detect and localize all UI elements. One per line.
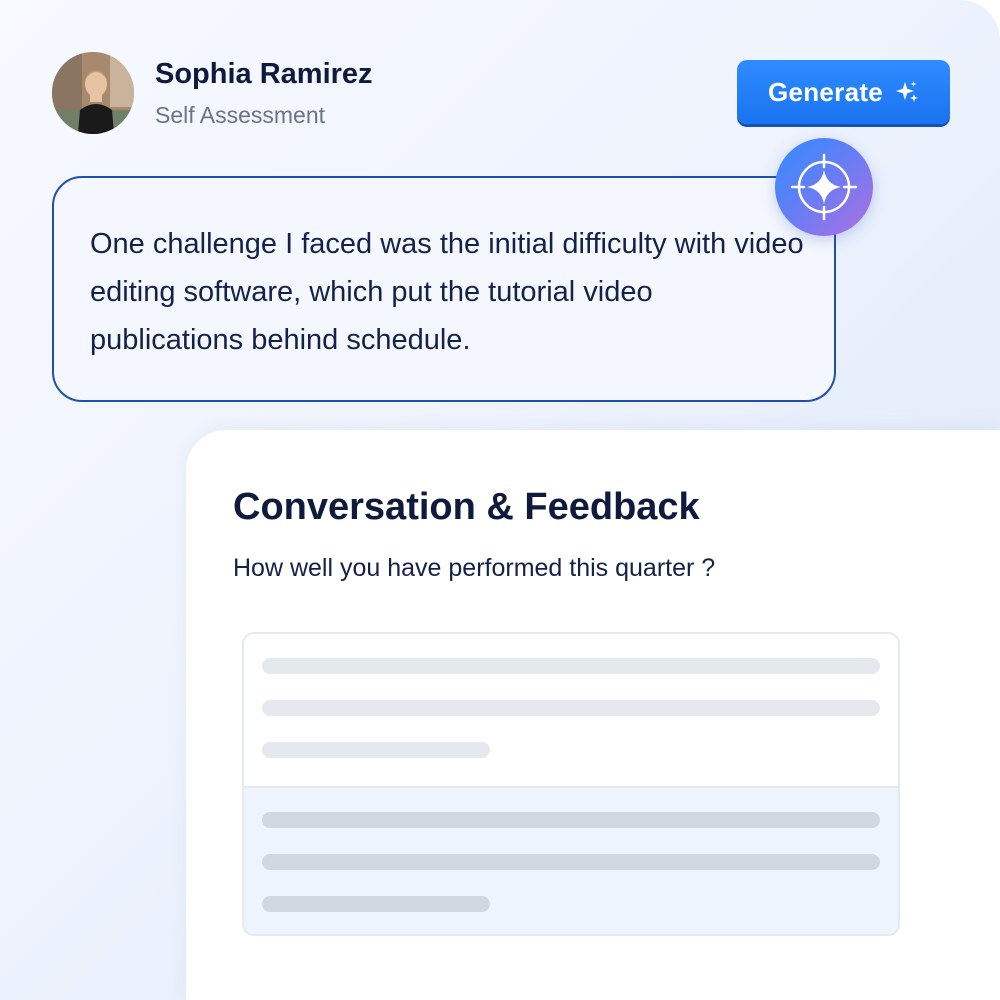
page-canvas: Sophia Ramirez Self Assessment Generate …: [0, 0, 1000, 1000]
feedback-card: Conversation & Feedback How well you hav…: [186, 430, 1000, 1000]
user-name: Sophia Ramirez: [155, 58, 373, 90]
skeleton-line: [262, 700, 880, 716]
skeleton-line: [262, 812, 880, 828]
answer-placeholder-top: [244, 634, 898, 788]
ai-sparkle-icon: [775, 138, 873, 236]
answer-box[interactable]: [242, 632, 900, 936]
skeleton-line: [262, 658, 880, 674]
feedback-question: How well you have performed this quarter…: [233, 554, 716, 582]
skeleton-line: [262, 742, 490, 758]
skeleton-line: [262, 854, 880, 870]
sparkle-icon: [895, 80, 919, 104]
generate-button-label: Generate: [767, 76, 884, 107]
answer-placeholder-bottom: [244, 788, 898, 934]
card-title: Conversation & Feedback: [233, 486, 700, 528]
user-photo-avatar-icon: [52, 52, 134, 134]
self-assessment-response[interactable]: One challenge I faced was the initial di…: [52, 176, 836, 402]
avatar: [52, 52, 134, 134]
assessment-type-label: Self Assessment: [155, 102, 326, 128]
generate-button[interactable]: Generate: [737, 60, 950, 124]
skeleton-line: [262, 896, 490, 912]
response-text: One challenge I faced was the initial di…: [90, 228, 804, 356]
